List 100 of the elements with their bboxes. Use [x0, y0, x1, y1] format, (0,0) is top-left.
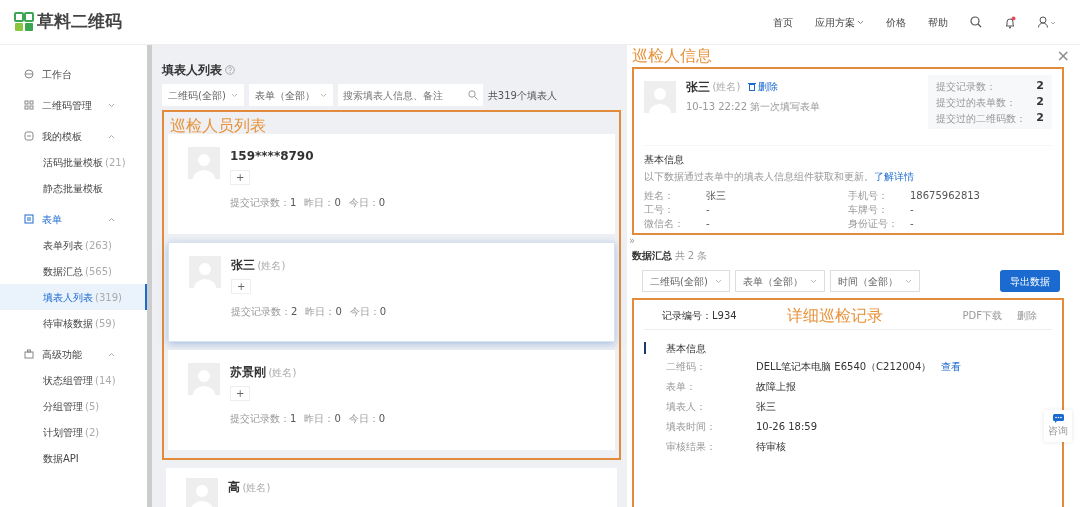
close-button[interactable]: × — [1052, 48, 1074, 64]
filter-dropdown[interactable]: 表单（全部） — [734, 270, 825, 292]
user-icon — [1038, 16, 1056, 28]
person-card[interactable]: 张三 (姓名) + 提交记录数：2 昨日：0 今日：0 — [168, 242, 615, 342]
person-card[interactable]: 苏景刚 (姓名) + 提交记录数：1 昨日：0 今日：0 — [168, 350, 615, 450]
stat-value: 1 — [290, 413, 297, 424]
field-label: 工号： — [644, 203, 675, 216]
stat-label: 昨日： — [304, 197, 335, 208]
sidebar-item[interactable]: 工作台 — [0, 61, 147, 87]
field-value: 18675962813 — [910, 189, 980, 202]
nav-link[interactable]: 价格 — [886, 14, 906, 30]
stat-label: 提交记录数： — [230, 197, 290, 208]
stat-label: 提交过的表单数： — [936, 95, 1017, 110]
stat-value: 1 — [290, 197, 297, 208]
stat-label: 提交记录数： — [936, 79, 997, 94]
sidebar-item[interactable]: 计划管理 (2) — [0, 419, 147, 445]
filter-dropdown[interactable]: 表单（全部） — [248, 84, 333, 106]
sidebar-item[interactable]: 表单 — [0, 206, 147, 232]
field-label: 手机号： — [848, 189, 889, 202]
field-value: 张三 — [756, 399, 776, 414]
field-value: - — [910, 217, 914, 230]
stat-value: 2 — [1036, 109, 1044, 126]
caret-icon — [857, 19, 864, 25]
stat-value: 0 — [335, 306, 342, 317]
caret-icon — [230, 92, 238, 98]
stat-value: 0 — [378, 197, 386, 208]
stat-label: 今日： — [349, 306, 380, 317]
filter-dropdown[interactable]: 二维码(全部) — [162, 84, 244, 106]
nav-link[interactable]: 帮助 — [928, 14, 948, 30]
person-card[interactable]: 159****8790 + 提交记录数：1 昨日：0 今日：0 — [168, 134, 615, 234]
sidebar-item[interactable]: 表单列表 (263) — [0, 232, 147, 258]
person-name: 张三 — [231, 257, 255, 274]
name-hint: (姓名) — [242, 481, 271, 495]
stat-value: 2 — [1036, 93, 1044, 110]
sidebar-item[interactable]: 高级功能 — [0, 341, 147, 367]
sidebar-item[interactable]: 填表人列表 (319) — [0, 284, 147, 310]
annotation-label: 巡检人员列表 — [170, 115, 266, 137]
delete-link[interactable]: 删除 — [747, 79, 779, 94]
field-value: - — [706, 203, 710, 216]
section-title: 数据汇总 — [632, 249, 672, 263]
trash-icon — [747, 82, 756, 91]
person-name: 高 — [228, 479, 240, 496]
sidebar-item[interactable]: 二维码管理 — [0, 92, 147, 118]
caret-icon — [809, 278, 817, 284]
add-tag-button[interactable]: + — [231, 279, 252, 294]
sidebar-item[interactable]: 我的模板 — [0, 123, 147, 149]
add-tag-button[interactable]: + — [230, 386, 251, 401]
person-name: 苏景刚 — [230, 364, 266, 381]
sidebar-item[interactable]: 数据汇总 (565) — [0, 258, 147, 284]
field-label: 姓名： — [644, 189, 675, 202]
stat-label: 昨日： — [305, 306, 336, 317]
stat-label: 今日： — [348, 197, 379, 208]
sidebar-item[interactable]: 状态组管理 (14) — [0, 367, 147, 393]
section-title: 基本信息 — [644, 153, 685, 167]
field-label: 身份证号： — [848, 217, 899, 230]
stat-label: 提交记录数： — [231, 306, 291, 317]
filter-dropdown[interactable]: 二维码(全部) — [642, 270, 730, 292]
field-label: 填表人： — [666, 399, 707, 414]
person-name: 张三 — [686, 78, 710, 96]
grid-icon — [24, 100, 34, 110]
stat-label: 提交记录数： — [230, 413, 290, 424]
field-value: 10-26 18:59 — [756, 419, 818, 434]
annotation-label: 巡检人信息 — [632, 45, 712, 67]
sidebar-item[interactable]: 静态批量模板 — [0, 175, 147, 201]
person-card[interactable]: 高 (姓名) — [166, 468, 617, 507]
learn-more-link[interactable]: 了解详情 — [874, 171, 914, 182]
person-name: 159****8790 — [230, 148, 314, 165]
field-value: 故障上报 — [756, 379, 796, 394]
add-tag-button[interactable]: + — [230, 170, 251, 185]
stat-value: 2 — [291, 306, 298, 317]
name-hint: (姓名) — [257, 259, 286, 273]
stat-value: 0 — [334, 197, 341, 208]
filter-dropdown[interactable]: 时间（全部） — [829, 270, 920, 292]
stat-label: 今日： — [348, 413, 379, 424]
field-value: 待审核 — [756, 439, 786, 454]
export-button[interactable]: 导出数据 — [1000, 270, 1060, 292]
record-number: 记录编号：L934 — [662, 309, 737, 323]
field-label: 二维码： — [666, 359, 707, 374]
field-label: 审核结果： — [666, 439, 717, 454]
nav-link[interactable]: 应用方案 — [814, 14, 864, 30]
total-count: 共319个填表人 — [487, 88, 557, 103]
stat-value: 0 — [378, 413, 386, 424]
form-icon — [24, 214, 34, 224]
stat-value: 0 — [334, 413, 341, 424]
nav-link[interactable]: 首页 — [772, 14, 793, 30]
caret-icon — [319, 92, 327, 98]
stat-value: 0 — [379, 306, 387, 317]
sidebar-item[interactable]: 数据API — [0, 445, 147, 471]
field-label: 车牌号： — [848, 203, 889, 216]
view-link[interactable]: 查看 — [941, 358, 962, 374]
sidebar-item[interactable]: 活码批量模板 (21) — [0, 149, 147, 175]
field-label: 填表时间： — [666, 419, 717, 434]
sidebar-item[interactable]: 待审核数据 (59) — [0, 310, 147, 336]
panel-title: 填表人列表 — [162, 62, 222, 79]
sidebar-item[interactable]: 分组管理 (5) — [0, 393, 147, 419]
search-icon — [970, 16, 982, 28]
search-icon — [467, 90, 478, 100]
name-hint: (姓名) — [268, 366, 297, 380]
stat-label: 提交过的二维码数： — [936, 111, 1027, 126]
search-field[interactable]: 搜索填表人信息、备注 — [337, 84, 483, 106]
